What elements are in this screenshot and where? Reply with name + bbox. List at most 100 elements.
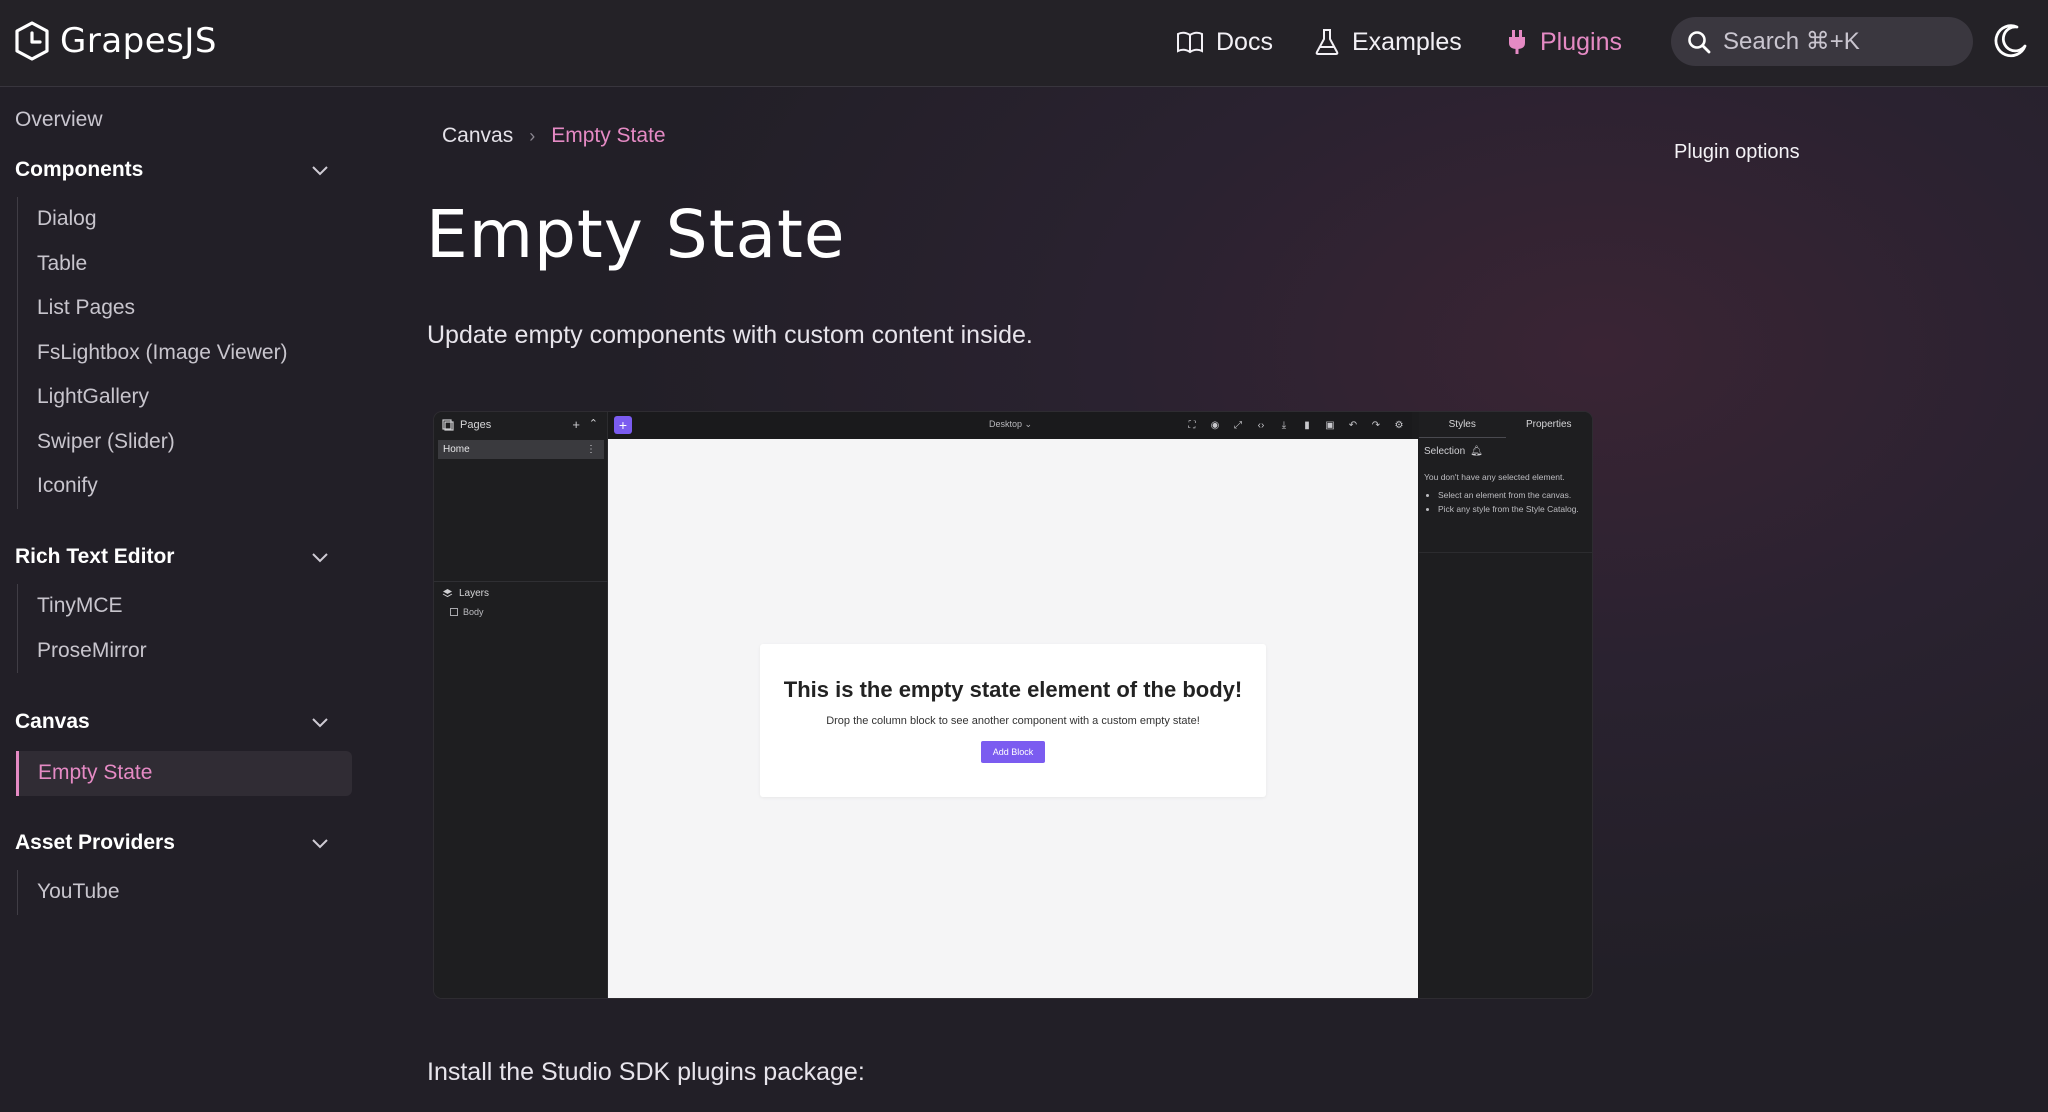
- chevron-down-icon: [312, 718, 328, 728]
- divider: [1419, 552, 1592, 553]
- chevron-down-icon: [312, 839, 328, 849]
- redo-icon: ↷: [1371, 420, 1381, 431]
- sidebar-list-canvas: Empty State: [16, 751, 352, 796]
- editor-layer-body-label: Body: [463, 607, 484, 617]
- editor-no-selection-note: You don't have any selected element. Sel…: [1419, 457, 1592, 515]
- nav-docs-label: Docs: [1216, 27, 1273, 56]
- sidebar-item-overview[interactable]: Overview: [15, 108, 103, 132]
- editor-tool-icons: ⛶ ◉ ⤢ ‹› ⤓ ▮ ▣ ↶ ↷ ⚙: [1186, 420, 1405, 431]
- sidebar-group-components[interactable]: Components: [15, 158, 335, 182]
- editor-preview-image: Pages + ⌃ Home ⋮ Layers Body + Desktop ⌄…: [434, 412, 1592, 998]
- editor-layers-panel: Layers Body: [434, 581, 608, 617]
- breadcrumb-canvas[interactable]: Canvas: [442, 124, 513, 148]
- sidebar-group-asset-providers[interactable]: Asset Providers: [15, 831, 335, 855]
- sidebar-list-asset-providers: YouTube: [17, 870, 120, 915]
- sidebar-group-label: Asset Providers: [15, 831, 175, 854]
- search-icon: [1688, 30, 1711, 53]
- editor-pages-header: Pages + ⌃: [434, 412, 608, 438]
- empty-state-title: This is the empty state element of the b…: [783, 677, 1243, 702]
- sidebar-item-swiper[interactable]: Swiper (Slider): [18, 420, 288, 465]
- chevron-right-icon: ›: [529, 125, 536, 146]
- page-description: Update empty components with custom cont…: [427, 321, 1033, 349]
- save-icon: ▣: [1325, 420, 1335, 431]
- nav-plugins-label: Plugins: [1540, 27, 1622, 56]
- sidebar-item-lightgallery[interactable]: LightGallery: [18, 375, 288, 420]
- flask-icon: [1315, 29, 1339, 55]
- sidebar-item-fslightbox[interactable]: FsLightbox (Image Viewer): [18, 331, 288, 376]
- sidebar-list-components: Dialog Table List Pages FsLightbox (Imag…: [17, 197, 288, 509]
- add-block-button: Add Block: [980, 741, 1046, 763]
- editor-layers-header: Layers: [434, 588, 608, 599]
- undo-icon: ↶: [1348, 420, 1358, 431]
- empty-state-card: This is the empty state element of the b…: [760, 644, 1266, 797]
- sidebar-group-label: Canvas: [15, 710, 90, 733]
- grapesjs-logo-icon: [15, 21, 49, 61]
- install-instructions: Install the Studio SDK plugins package:: [427, 1058, 865, 1086]
- search-input[interactable]: Search ⌘+K: [1671, 17, 1973, 66]
- chevron-down-icon: [312, 553, 328, 563]
- bell-icon: 🔔︎: [1470, 446, 1483, 457]
- sidebar-item-table[interactable]: Table: [18, 242, 288, 287]
- nav-plugins-link[interactable]: Plugins: [1506, 22, 1622, 62]
- trash-icon: ▮: [1304, 420, 1310, 431]
- sidebar-item-prosemirror[interactable]: ProseMirror: [18, 629, 147, 674]
- eye-icon: ◉: [1210, 420, 1220, 431]
- checkbox-icon: [450, 608, 458, 616]
- more-icon: ⋮: [586, 444, 596, 455]
- pages-icon: [442, 419, 454, 431]
- editor-layers-label: Layers: [459, 588, 490, 599]
- breadcrumb: Canvas › Empty State: [442, 124, 666, 148]
- editor-device-select: Desktop ⌄: [989, 419, 1033, 429]
- sidebar-item-empty-state[interactable]: Empty State: [16, 751, 352, 796]
- moon-icon[interactable]: [1992, 22, 2030, 60]
- sidebar-group-canvas[interactable]: Canvas: [15, 710, 335, 734]
- nav-examples-link[interactable]: Examples: [1314, 22, 1462, 62]
- editor-tab-properties: Properties: [1525, 419, 1572, 430]
- plus-icon: +: [572, 417, 580, 432]
- empty-state-subtitle: Drop the column block to see another com…: [826, 715, 1200, 727]
- sidebar-group-label: Rich Text Editor: [15, 545, 175, 568]
- nav-docs-link[interactable]: Docs: [1176, 22, 1273, 62]
- editor-tab-styles: Styles: [1419, 412, 1506, 438]
- breadcrumb-current: Empty State: [551, 124, 666, 147]
- chevron-down-icon: [312, 166, 328, 176]
- search-placeholder: Search ⌘+K: [1723, 28, 1860, 55]
- logo-link[interactable]: GrapesJS: [12, 20, 217, 62]
- nav-examples-label: Examples: [1352, 27, 1462, 56]
- sidebar-group-rich-text-editor[interactable]: Rich Text Editor: [15, 545, 335, 569]
- editor-right-panel: Styles Properties Selection 🔔︎ You don't…: [1419, 412, 1592, 998]
- editor-page-home: Home ⋮: [438, 440, 604, 459]
- expand-icon: ⤢: [1234, 420, 1242, 431]
- editor-add-icon: +: [614, 416, 632, 434]
- sidebar-item-iconify[interactable]: Iconify: [18, 464, 288, 509]
- chevron-up-icon: ⌃: [588, 418, 598, 430]
- sidebar-item-dialog[interactable]: Dialog: [18, 197, 288, 242]
- fullscreen-icon: ⛶: [1188, 420, 1196, 431]
- editor-page-home-label: Home: [443, 444, 470, 455]
- settings-icon: ⚙: [1394, 420, 1404, 431]
- top-navbar: GrapesJS Docs Examples Plugins Search ⌘+…: [0, 0, 2048, 87]
- editor-panel-tabs: Styles Properties: [1419, 412, 1592, 438]
- editor-selection-header: Selection 🔔︎: [1419, 438, 1592, 457]
- editor-layer-body: Body: [434, 607, 608, 617]
- sidebar-item-list-pages[interactable]: List Pages: [18, 286, 288, 331]
- sidebar-list-rich-text-editor: TinyMCE ProseMirror: [17, 584, 147, 673]
- editor-pages-label: Pages: [460, 419, 492, 431]
- toc-plugin-options-link[interactable]: Plugin options: [1674, 141, 1800, 164]
- editor-canvas: This is the empty state element of the b…: [608, 439, 1418, 998]
- code-icon: ‹›: [1257, 420, 1265, 431]
- editor-hint: Pick any style from the Style Catalog.: [1438, 503, 1587, 515]
- sidebar-item-youtube[interactable]: YouTube: [18, 870, 120, 915]
- sidebar-item-tinymce[interactable]: TinyMCE: [18, 584, 147, 629]
- editor-no-selection-text: You don't have any selected element.: [1424, 472, 1565, 482]
- layers-icon: [442, 589, 453, 598]
- logo-text: GrapesJS: [60, 21, 217, 61]
- editor-selection-label: Selection: [1424, 446, 1466, 457]
- editor-hint: Select an element from the canvas.: [1438, 489, 1587, 501]
- sidebar-group-label: Components: [15, 158, 144, 181]
- page-title: Empty State: [426, 196, 846, 273]
- editor-left-panel: Pages + ⌃ Home ⋮ Layers Body: [434, 412, 608, 998]
- book-icon: [1177, 31, 1203, 54]
- download-icon: ⤓: [1281, 420, 1287, 431]
- plug-icon: [1509, 30, 1525, 54]
